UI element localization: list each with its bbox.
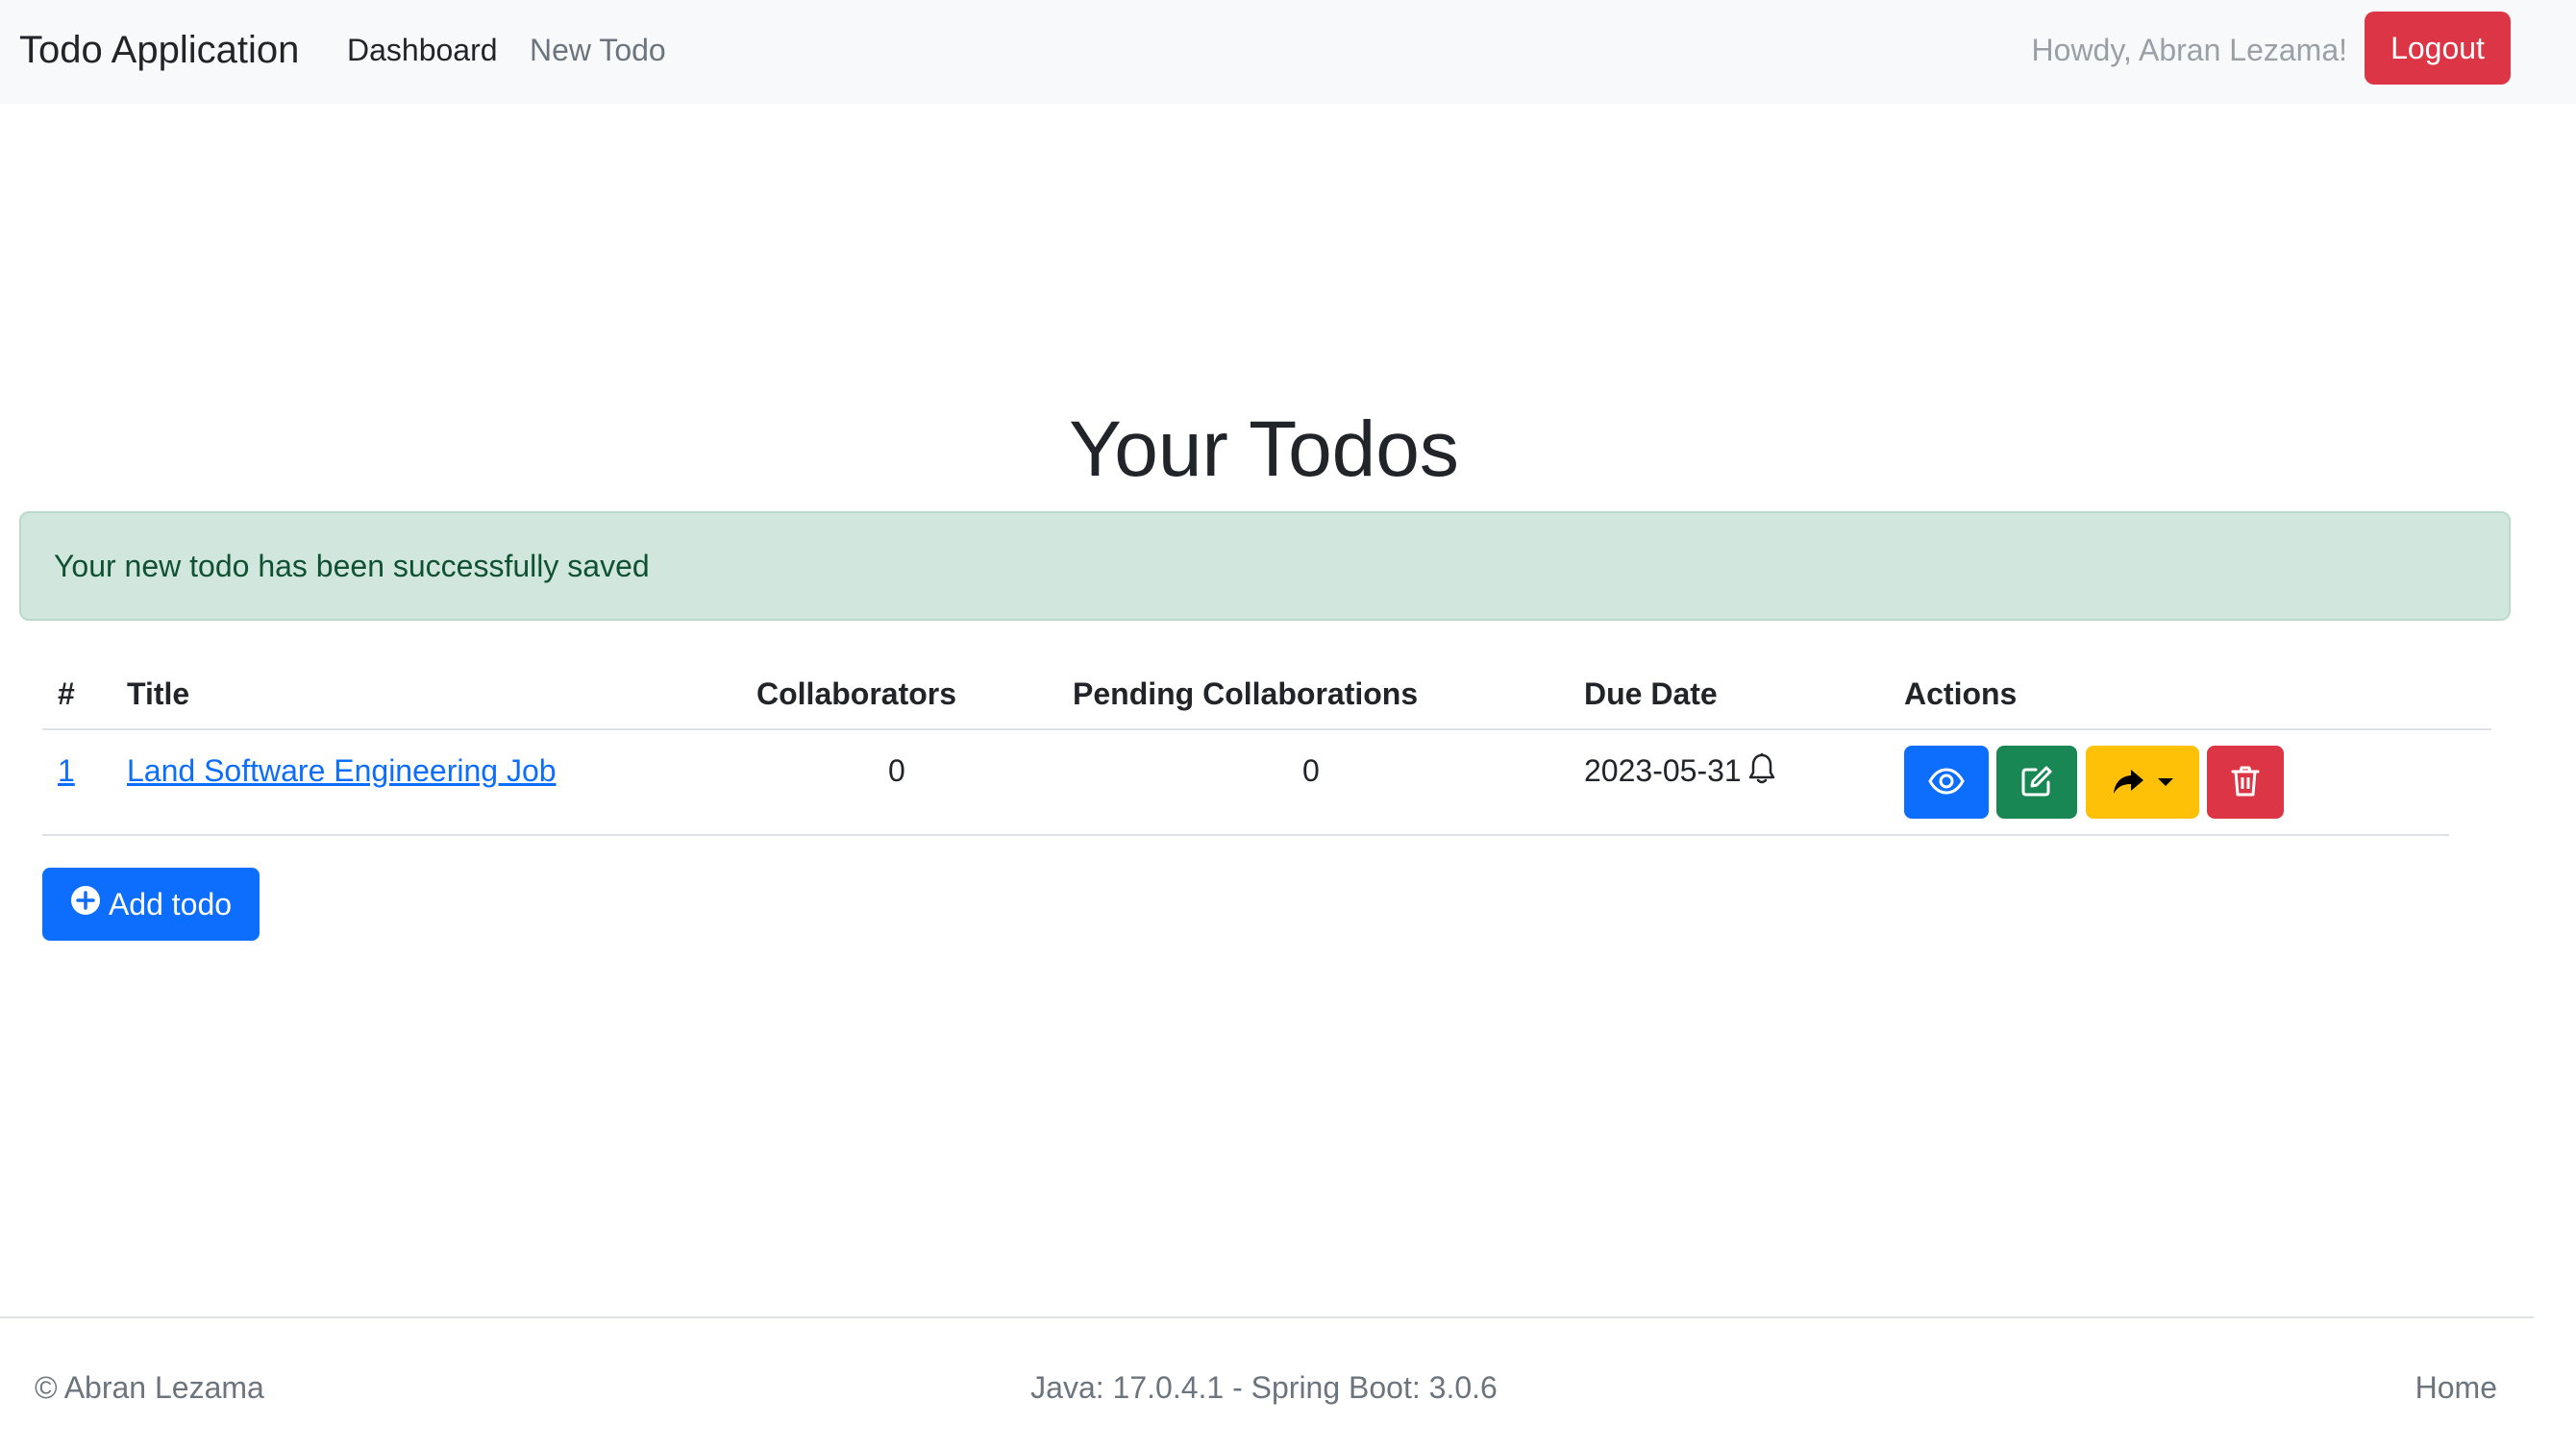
todo-id-link[interactable]: 1 — [58, 749, 75, 792]
success-alert: Your new todo has been successfully save… — [19, 511, 2511, 621]
edit-button[interactable] — [1996, 746, 2077, 819]
top-navbar: Todo Application Dashboard New Todo Howd… — [0, 0, 2576, 104]
column-header-due-date: Due Date — [1584, 676, 1718, 711]
delete-button[interactable] — [2207, 746, 2284, 819]
footer-home-link[interactable]: Home — [2415, 1366, 2497, 1409]
column-header-actions: Actions — [1904, 676, 2018, 711]
page-title: Your Todos — [1069, 405, 1459, 493]
share-dropdown-button[interactable] — [2086, 746, 2199, 819]
bell-icon — [1747, 752, 1776, 796]
brand-link[interactable]: Todo Application — [19, 25, 299, 75]
collaborators-count: 0 — [888, 753, 905, 788]
eye-icon — [1928, 767, 1965, 798]
user-greeting: Howdy, Abran Lezama! — [2031, 33, 2347, 67]
column-header-pending-collaborations: Pending Collaborations — [1073, 676, 1419, 711]
add-todo-label: Add todo — [108, 886, 233, 921]
table-row-divider — [42, 834, 2449, 836]
column-header-collaborators: Collaborators — [756, 676, 957, 711]
edit-icon — [2020, 765, 2053, 800]
pending-collaborations-count: 0 — [1302, 753, 1320, 788]
view-button[interactable] — [1904, 746, 1989, 819]
table-header-divider — [42, 728, 2491, 730]
due-date-value: 2023-05-31 — [1584, 753, 1742, 788]
todo-title-link[interactable]: Land Software Engineering Job — [127, 749, 557, 792]
column-header-title: Title — [127, 676, 190, 711]
footer-versions: Java: 17.0.4.1 - Spring Boot: 3.0.6 — [1030, 1370, 1498, 1405]
nav-dashboard-link[interactable]: Dashboard — [347, 29, 498, 71]
share-icon — [2112, 768, 2144, 798]
footer-divider — [0, 1316, 2534, 1318]
column-header-number: # — [58, 676, 75, 711]
trash-icon — [2231, 765, 2260, 800]
plus-circle-icon — [70, 885, 101, 923]
chevron-down-icon — [2158, 775, 2173, 790]
logout-button[interactable]: Logout — [2365, 12, 2511, 85]
due-date-cell: 2023-05-31 — [1584, 749, 1776, 796]
nav-new-todo-link[interactable]: New Todo — [530, 29, 666, 71]
add-todo-button[interactable]: Add todo — [42, 868, 260, 941]
